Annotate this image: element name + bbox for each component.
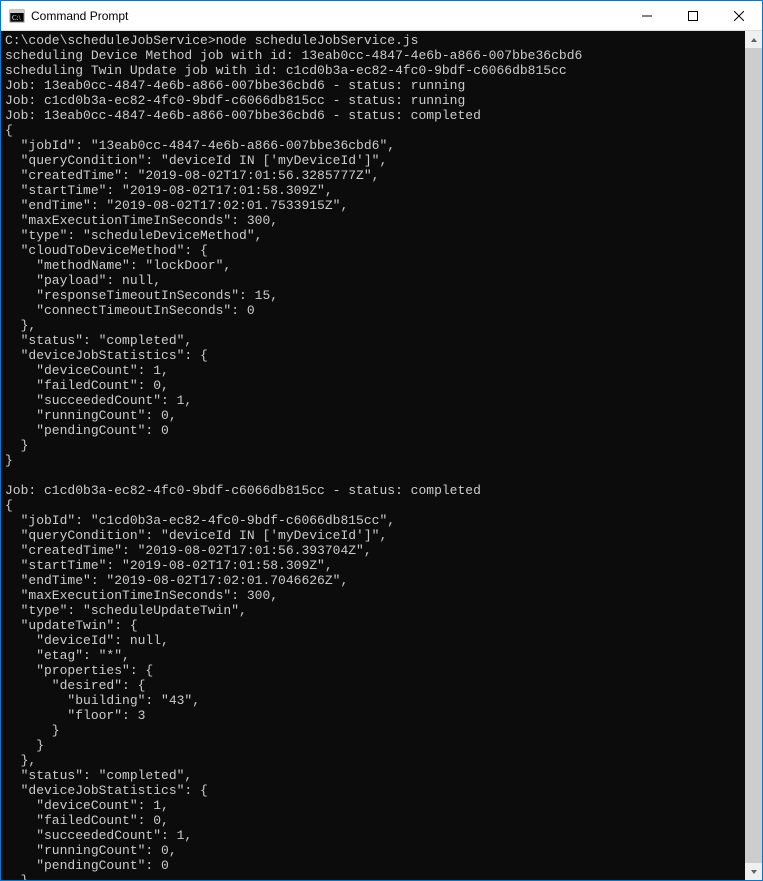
command-prompt-window: C:\ Command Prompt C:\code\scheduleJobSe… — [0, 0, 763, 881]
close-button[interactable] — [716, 1, 762, 30]
scrollbar-down-button[interactable] — [745, 863, 762, 880]
maximize-button[interactable] — [670, 1, 716, 30]
scrollbar-track[interactable] — [745, 48, 762, 863]
terminal-area: C:\code\scheduleJobService>node schedule… — [1, 31, 762, 880]
terminal-output[interactable]: C:\code\scheduleJobService>node schedule… — [1, 31, 745, 880]
window-controls — [624, 1, 762, 30]
titlebar[interactable]: C:\ Command Prompt — [1, 1, 762, 31]
window-title: Command Prompt — [31, 9, 624, 23]
svg-text:C:\: C:\ — [12, 14, 21, 22]
app-icon: C:\ — [9, 8, 25, 24]
vertical-scrollbar[interactable] — [745, 31, 762, 880]
scrollbar-up-button[interactable] — [745, 31, 762, 48]
minimize-button[interactable] — [624, 1, 670, 30]
scrollbar-thumb[interactable] — [745, 48, 762, 863]
